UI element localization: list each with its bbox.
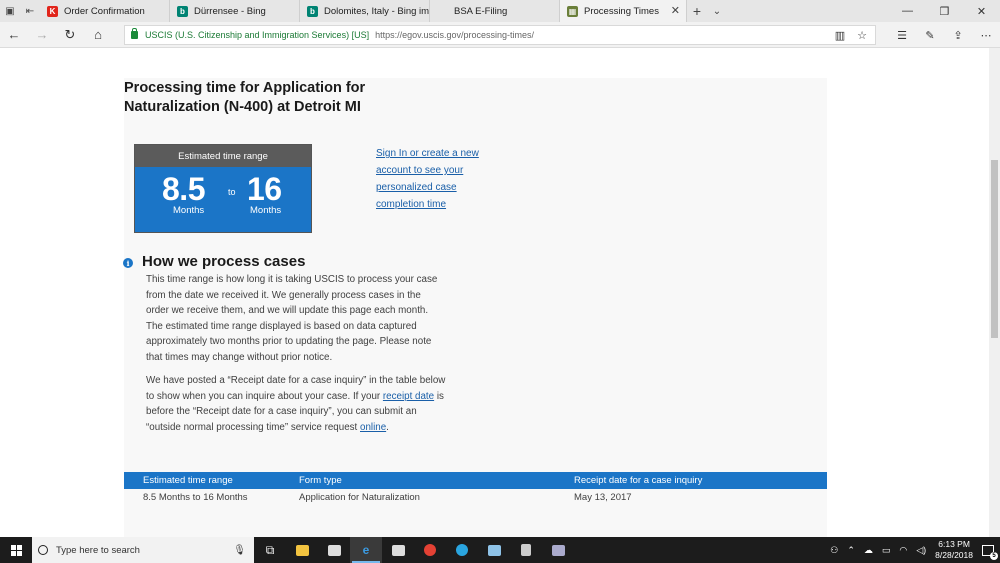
- app-icon[interactable]: [478, 537, 510, 563]
- tab-title: Order Confirmation: [64, 5, 145, 17]
- table-row: 8.5 Months to 16 Months Application for …: [124, 489, 827, 505]
- windows-taskbar: Type here to search 🎙 ⧉ e ⚇ ⌃ ☁ ▭ ◠ ◁) 6…: [0, 537, 1000, 563]
- tab-processing-times[interactable]: ▦ Processing Times ✕: [560, 0, 687, 22]
- tab-title: BSA E-Filing: [454, 5, 508, 17]
- bing-favicon-icon: b: [307, 5, 318, 17]
- reading-view-icon[interactable]: ▥: [835, 29, 845, 42]
- clock-date: 8/28/2018: [935, 550, 973, 560]
- home-icon[interactable]: ⌂: [84, 22, 112, 48]
- receipt-date-link[interactable]: receipt date: [383, 391, 434, 402]
- tab-dolomites-bing[interactable]: b Dolomites, Italy - Bing imag: [300, 0, 430, 22]
- calculator-icon[interactable]: [510, 537, 542, 563]
- close-window-icon[interactable]: ✕: [963, 0, 1000, 22]
- online-link[interactable]: online: [360, 422, 386, 433]
- app-icon[interactable]: [542, 537, 574, 563]
- app-icon[interactable]: [382, 537, 414, 563]
- new-tab-icon[interactable]: +: [687, 0, 707, 22]
- edge-browser-icon[interactable]: e: [350, 537, 382, 563]
- chrome-icon[interactable]: [414, 537, 446, 563]
- forward-icon[interactable]: →: [28, 22, 56, 48]
- chevron-down-icon[interactable]: ⌄: [707, 0, 727, 22]
- tab-overview-icon[interactable]: ▣: [0, 0, 20, 22]
- maximize-icon[interactable]: ❐: [926, 0, 963, 22]
- system-tray: ⚇ ⌃ ☁ ▭ ◠ ◁) 6:13 PM 8/28/2018 5: [830, 539, 1000, 561]
- estimate-high-unit: Months: [250, 205, 282, 216]
- navigation-bar: ← → ↻ ⌂ USCIS (U.S. Citizenship and Immi…: [0, 22, 1000, 48]
- url-text[interactable]: https://egov.uscis.gov/processing-times/: [375, 30, 534, 40]
- clock-time: 6:13 PM: [938, 539, 970, 549]
- estimate-low-unit: Months: [173, 205, 205, 216]
- back-icon[interactable]: ←: [0, 22, 28, 48]
- windows-logo-icon: [10, 544, 22, 556]
- onedrive-icon[interactable]: ☁: [864, 545, 873, 556]
- estimated-time-header: Estimated time range: [135, 145, 311, 167]
- tab-strip: ▣ ⇤ K Order Confirmation b Dürrensee - B…: [0, 0, 1000, 22]
- estimate-to-label: to: [228, 187, 236, 197]
- web-note-icon[interactable]: ✎: [916, 22, 944, 48]
- refresh-icon[interactable]: ↻: [56, 22, 84, 48]
- vertical-scrollbar[interactable]: [989, 48, 1000, 537]
- favorite-star-icon[interactable]: ☆: [857, 29, 867, 42]
- page-viewport: Processing time for Application for Natu…: [0, 48, 989, 537]
- tab-order-confirmation[interactable]: K Order Confirmation: [40, 0, 170, 22]
- page-title: Processing time for Application for Natu…: [124, 80, 366, 115]
- taskbar-search-box[interactable]: Type here to search 🎙: [32, 537, 254, 563]
- cell-receipt-date: May 13, 2017: [574, 492, 632, 503]
- column-header-form-type: Form type: [299, 475, 342, 486]
- process-description-paragraph: This time range is how long it is taking…: [146, 274, 438, 363]
- certificate-label[interactable]: USCIS (U.S. Citizenship and Immigration …: [145, 30, 369, 40]
- start-button[interactable]: [0, 537, 32, 563]
- action-center-icon[interactable]: 5: [982, 544, 998, 560]
- battery-icon[interactable]: ▭: [882, 545, 891, 556]
- favorites-hub-icon[interactable]: ☰: [888, 22, 916, 48]
- scrollbar-thumb[interactable]: [991, 160, 998, 338]
- kohls-favicon-icon: K: [47, 5, 58, 17]
- info-icon: i: [123, 258, 133, 268]
- cell-time-range: 8.5 Months to 16 Months: [143, 492, 248, 503]
- estimated-time-card: Estimated time range 8.5 to 16 Months Mo…: [134, 144, 312, 233]
- more-options-icon[interactable]: ⋯: [972, 22, 1000, 48]
- how-we-process-heading: How we process cases: [142, 253, 306, 270]
- case-inquiry-paragraph: We have posted a “Receipt date for a cas…: [146, 373, 446, 435]
- cortana-icon: [38, 545, 48, 555]
- show-hidden-icons-icon[interactable]: ⌃: [847, 545, 855, 556]
- people-icon[interactable]: ⚇: [830, 545, 838, 556]
- estimate-high-value: 16: [247, 171, 282, 207]
- share-icon[interactable]: ⇪: [944, 22, 972, 48]
- close-tab-icon[interactable]: ✕: [671, 4, 680, 17]
- lock-icon: [131, 28, 138, 39]
- task-view-icon[interactable]: ⧉: [254, 537, 286, 563]
- clock[interactable]: 6:13 PM 8/28/2018: [935, 539, 973, 561]
- column-header-time-range: Estimated time range: [143, 475, 233, 486]
- notification-count: 5: [990, 551, 998, 560]
- paragraph-text: .: [386, 421, 389, 433]
- address-bar[interactable]: USCIS (U.S. Citizenship and Immigration …: [124, 25, 876, 45]
- estimated-time-values: 8.5 to 16 Months Months: [135, 167, 311, 232]
- tab-title: Dürrensee - Bing: [194, 5, 266, 17]
- bing-favicon-icon: b: [177, 5, 188, 17]
- processing-times-favicon-icon: ▦: [567, 5, 578, 17]
- search-placeholder: Type here to search: [56, 544, 140, 556]
- wifi-icon[interactable]: ◠: [899, 545, 907, 556]
- minimize-icon[interactable]: —: [889, 0, 926, 22]
- tab-title: Dolomites, Italy - Bing imag: [324, 5, 430, 17]
- table-header: Estimated time range Form type Receipt d…: [124, 472, 827, 489]
- sign-in-link[interactable]: Sign In or create a new account to see y…: [376, 145, 491, 213]
- microphone-icon[interactable]: 🎙: [233, 545, 246, 556]
- cell-form-type: Application for Naturalization: [299, 492, 420, 503]
- store-icon[interactable]: [318, 537, 350, 563]
- file-explorer-icon[interactable]: [286, 537, 318, 563]
- skype-icon[interactable]: [446, 537, 478, 563]
- estimate-low-value: 8.5: [162, 171, 205, 207]
- tab-bsa-efiling[interactable]: BSA E-Filing: [430, 0, 560, 22]
- volume-icon[interactable]: ◁): [916, 545, 926, 556]
- tab-durrensee-bing[interactable]: b Dürrensee - Bing: [170, 0, 300, 22]
- set-aside-tabs-icon[interactable]: ⇤: [20, 0, 40, 22]
- tab-title: Processing Times: [584, 5, 659, 17]
- column-header-receipt-date: Receipt date for a case inquiry: [574, 475, 703, 486]
